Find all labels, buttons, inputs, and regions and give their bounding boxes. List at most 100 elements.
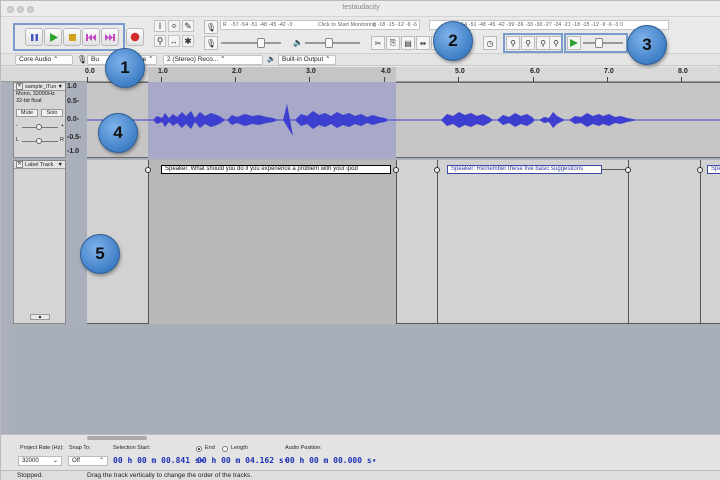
label-track-header[interactable]: ✕ Label Track ▼ (14, 161, 65, 169)
label-text-3[interactable]: Spe (707, 165, 720, 174)
project-rate-label: Project Rate (Hz): (20, 445, 64, 451)
audio-track-name: sample_iTun (25, 83, 57, 90)
mute-button[interactable]: Mute (16, 109, 38, 117)
audio-track-format: Mono, 32000Hz (16, 91, 55, 97)
chevron-down-icon: ⌄ (52, 458, 58, 464)
callout-1: 1 (105, 48, 145, 88)
input-volume-slider[interactable] (221, 37, 281, 49)
audacity-window: testaudacity I ≎ ✎ ⚲ ↔ ✱ 🎙 R -57 -54 -51… (0, 0, 720, 480)
scissors-icon: ✂ (374, 38, 382, 48)
sync-lock-button[interactable]: ◷ (483, 36, 497, 50)
label-track-selection (148, 160, 396, 324)
time-shift-tool[interactable]: ↔ (168, 35, 180, 47)
track-menu-icon[interactable]: ▼ (58, 162, 63, 168)
playback-meter-scale: -57 -54 -51 -48 -45 -42 -39 -36 -33 -30 … (450, 22, 623, 28)
label-end-handle[interactable] (625, 167, 631, 173)
audio-track-header[interactable]: ✕ sample_iTun ▼ (14, 83, 65, 91)
ruler-tick: 6.0 (530, 68, 540, 75)
solo-button[interactable]: Solo (41, 109, 63, 117)
speaker-icon: 🔈 (293, 38, 303, 47)
label-track-control-panel[interactable]: ✕ Label Track ▼ ▲ (13, 160, 66, 324)
callout-4: 4 (98, 113, 138, 153)
label-start-handle[interactable] (434, 167, 440, 173)
collapse-track-button[interactable]: ▲ (30, 314, 50, 320)
ruler-tick: 8.0 (678, 68, 688, 75)
end-label: End (205, 445, 215, 451)
record-meter-scale: -57 -54 -51 -48 -45 -42 -3 (231, 22, 293, 28)
envelope-tool[interactable]: ≎ (168, 20, 180, 32)
trim-icon: ⇹ (419, 38, 427, 48)
record-meter[interactable]: R -57 -54 -51 -48 -45 -42 -3 Click to St… (220, 20, 420, 30)
record-meter-mic-icon[interactable]: 🎙 (204, 20, 218, 34)
record-meter-prompt: Click to Start Monitoring (318, 22, 377, 28)
microphone-icon: 🎙 (205, 38, 217, 48)
multi-tool[interactable]: ✱ (182, 35, 194, 47)
record-button[interactable] (126, 28, 144, 46)
window-title: testaudacity (342, 4, 380, 11)
snap-to-label: Snap To: (69, 445, 91, 451)
clock-icon: ◷ (486, 38, 494, 48)
amplitude-scale-lower: -0.5- (67, 134, 82, 141)
pan-slider[interactable]: L R (16, 137, 64, 145)
audio-host-select[interactable]: Core Audio ⌃ (15, 55, 73, 65)
callout-3: 3 (627, 25, 667, 65)
status-hint: Drag the track vertically to change the … (87, 472, 253, 479)
project-rate-select[interactable]: 32000 ⌄ (18, 456, 62, 466)
close-track-icon[interactable]: ✕ (16, 83, 23, 90)
horizontal-scrollbar[interactable] (87, 436, 147, 440)
audio-track-control-panel[interactable]: ✕ sample_iTun ▼ Mono, 32000Hz 32-bit flo… (13, 82, 66, 158)
label-text-2[interactable]: Speaker: Remember these five basic sugge… (447, 165, 602, 174)
label-start-handle[interactable] (697, 167, 703, 173)
play-speed-highlight-box (564, 33, 628, 53)
recording-channels-select[interactable]: 2 (Stereo) Reco... ⌃ (163, 55, 263, 65)
empty-track-area[interactable] (13, 325, 720, 434)
label-boundary (700, 160, 701, 324)
end-radio[interactable] (196, 446, 202, 452)
label-end-handle[interactable] (393, 167, 399, 173)
status-state: Stopped. (17, 472, 44, 479)
cut-button[interactable]: ✂ (371, 36, 385, 50)
envelope-icon: ≎ (171, 23, 177, 30)
paste-button[interactable]: ▤ (401, 36, 415, 50)
record-meter-scale-right: 1 -18 -15 -12 -9 -6 -3 0 (373, 22, 419, 28)
main-toolbar: I ≎ ✎ ⚲ ↔ ✱ 🎙 R -57 -54 -51 -48 -45 -42 … (1, 17, 720, 53)
magnifier-icon: ⚲ (156, 35, 164, 46)
gain-slider[interactable]: - + (16, 123, 64, 131)
copy-button[interactable]: ⎘ (386, 36, 400, 50)
audio-track-bitdepth: 32-bit float (16, 98, 42, 104)
close-track-icon[interactable]: ✕ (16, 161, 23, 168)
ruler-tick: 7.0 (604, 68, 614, 75)
label-text-1[interactable]: Speaker: What should you do if you exper… (161, 165, 391, 174)
selection-toolbar: Project Rate (Hz): 32000 ⌄ Snap To: Off ⌃ … (1, 434, 720, 470)
selection-start-time[interactable]: 00 h 00 m 00.841 s▾ (113, 455, 205, 467)
ruler-tick: 5.0 (455, 68, 465, 75)
i-beam-icon: I (158, 21, 162, 31)
amplitude-scale-upper: 0.5- (67, 98, 80, 105)
output-volume-slider[interactable] (305, 37, 360, 49)
trim-button[interactable]: ⇹ (416, 36, 430, 50)
ruler-tick: 1.0 (158, 68, 168, 75)
draw-tool[interactable]: ✎ (182, 20, 194, 32)
selection-end-time[interactable]: 00 h 00 m 04.162 s▾ (197, 455, 289, 467)
selection-start-label: Selection Start: (113, 445, 151, 451)
selection-tool[interactable]: I (154, 20, 166, 32)
length-label: Length (231, 445, 248, 451)
label-boundary (437, 160, 438, 324)
audio-position-time[interactable]: 00 h 00 m 00.000 s▾ (285, 455, 377, 467)
label-boundary (396, 160, 397, 324)
zoom-tool[interactable]: ⚲ (154, 35, 166, 47)
length-radio[interactable] (222, 446, 228, 452)
asterisk-icon: ✱ (184, 35, 192, 46)
track-menu-icon[interactable]: ▼ (58, 84, 63, 90)
label-start-handle[interactable] (145, 167, 151, 173)
amplitude-scale-bottom: -1.0 (67, 148, 80, 155)
input-volume-mic-button[interactable]: 🎙 (204, 36, 218, 50)
paste-icon: ▤ (404, 38, 412, 48)
callout-2: 2 (433, 21, 473, 61)
snap-to-select[interactable]: Off ⌃ (68, 456, 108, 466)
speaker-icon: 🔈 (267, 56, 276, 63)
label-boundary (148, 160, 149, 324)
chevron-down-icon: ⌃ (98, 458, 104, 464)
pencil-icon: ✎ (184, 20, 192, 31)
playback-device-select[interactable]: Built-in Output ⌃ (278, 55, 336, 65)
